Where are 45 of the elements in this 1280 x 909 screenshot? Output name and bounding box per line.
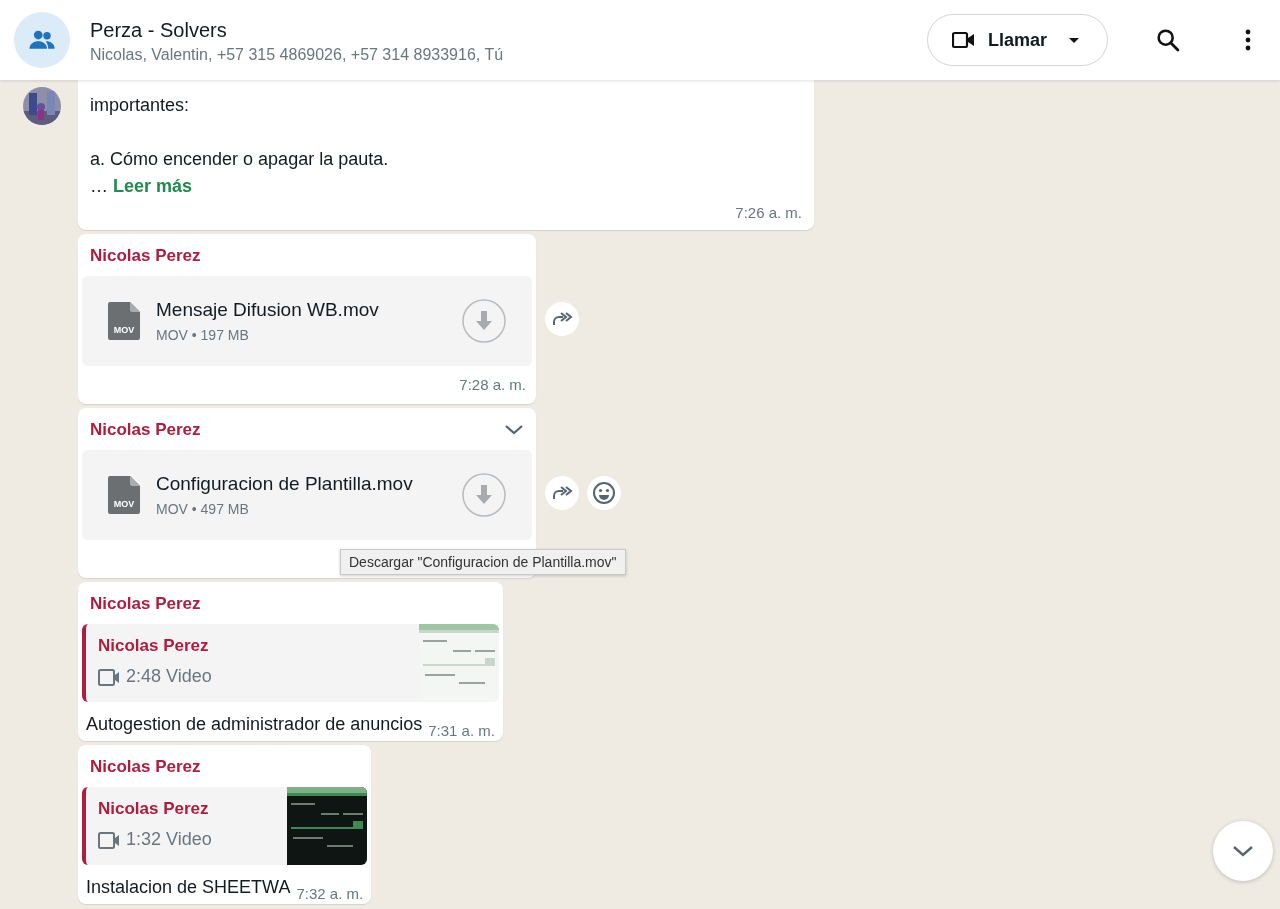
message-text: Instalacion de SHEETWA (86, 877, 291, 898)
video-camera-icon (98, 666, 120, 687)
message-time: 7:26 a. m. (735, 204, 802, 223)
file-type-label: MOV (112, 325, 136, 335)
message-time: 7:31 a. m. (428, 722, 495, 739)
quoted-message[interactable]: Nicolas Perez 1:32 Video (82, 787, 368, 865)
quoted-sender: Nicolas Perez (98, 636, 210, 656)
caret-icon (1069, 37, 1079, 43)
participants-list: Nicolas, Valentin, +57 315 4869026, +57 314 8933916, Tú (90, 45, 927, 64)
sender-name: Nicolas Perez (90, 594, 201, 614)
chevron-down-icon (1232, 845, 1254, 857)
sender-name: Nicolas Perez (90, 246, 201, 266)
file-name: Configuracion de Plantilla.mov (156, 473, 414, 495)
video-camera-icon (98, 829, 120, 850)
forward-icon[interactable] (545, 476, 579, 510)
search-icon[interactable] (1154, 26, 1182, 54)
message-text: importantes: (90, 94, 191, 117)
video-duration: 2:48 Video (126, 666, 212, 687)
call-button[interactable]: Llamar (926, 14, 1108, 66)
file-icon (108, 302, 140, 340)
message-time: 7:28 a. m. (459, 376, 526, 395)
video-duration: 1:32 Video (126, 829, 212, 850)
menu-icon[interactable] (1244, 28, 1252, 52)
file-name: Mensaje Difusion WB.mov (156, 299, 380, 321)
ellipsis-text: … (90, 176, 108, 196)
tooltip: Descargar "Configuracion de Plantilla.mov" (340, 549, 626, 575)
document-card[interactable]: MOV Mensaje Difusion WB.mov MOV • 197 MB (82, 276, 532, 366)
sender-name: Nicolas Perez (90, 420, 201, 440)
quoted-sender: Nicolas Perez (98, 799, 210, 819)
chevron-down-icon[interactable] (504, 424, 524, 436)
document-card[interactable]: MOV Configuracion de Plantilla.mov MOV • 497 MB (82, 450, 532, 540)
read-more-link[interactable]: Leer más (113, 176, 193, 196)
file-icon (108, 476, 140, 514)
message-time: 7:32 a. m. (296, 885, 364, 902)
emoji-icon[interactable] (587, 476, 621, 510)
chat-title: Perza - Solvers (90, 17, 228, 43)
quoted-message[interactable]: Nicolas Perez 2:48 Video (82, 624, 499, 702)
sender-name: Nicolas Perez (90, 757, 201, 777)
message-text: a. Cómo encender o apagar la pauta. (90, 148, 390, 171)
file-type-label: MOV (112, 499, 136, 509)
group-avatar-icon[interactable] (14, 12, 70, 68)
file-meta: MOV • 197 MB (156, 327, 250, 343)
file-meta: MOV • 497 MB (156, 501, 250, 517)
message-text: Autogestion de administrador de anuncios (86, 714, 423, 735)
forward-icon[interactable] (545, 302, 579, 336)
